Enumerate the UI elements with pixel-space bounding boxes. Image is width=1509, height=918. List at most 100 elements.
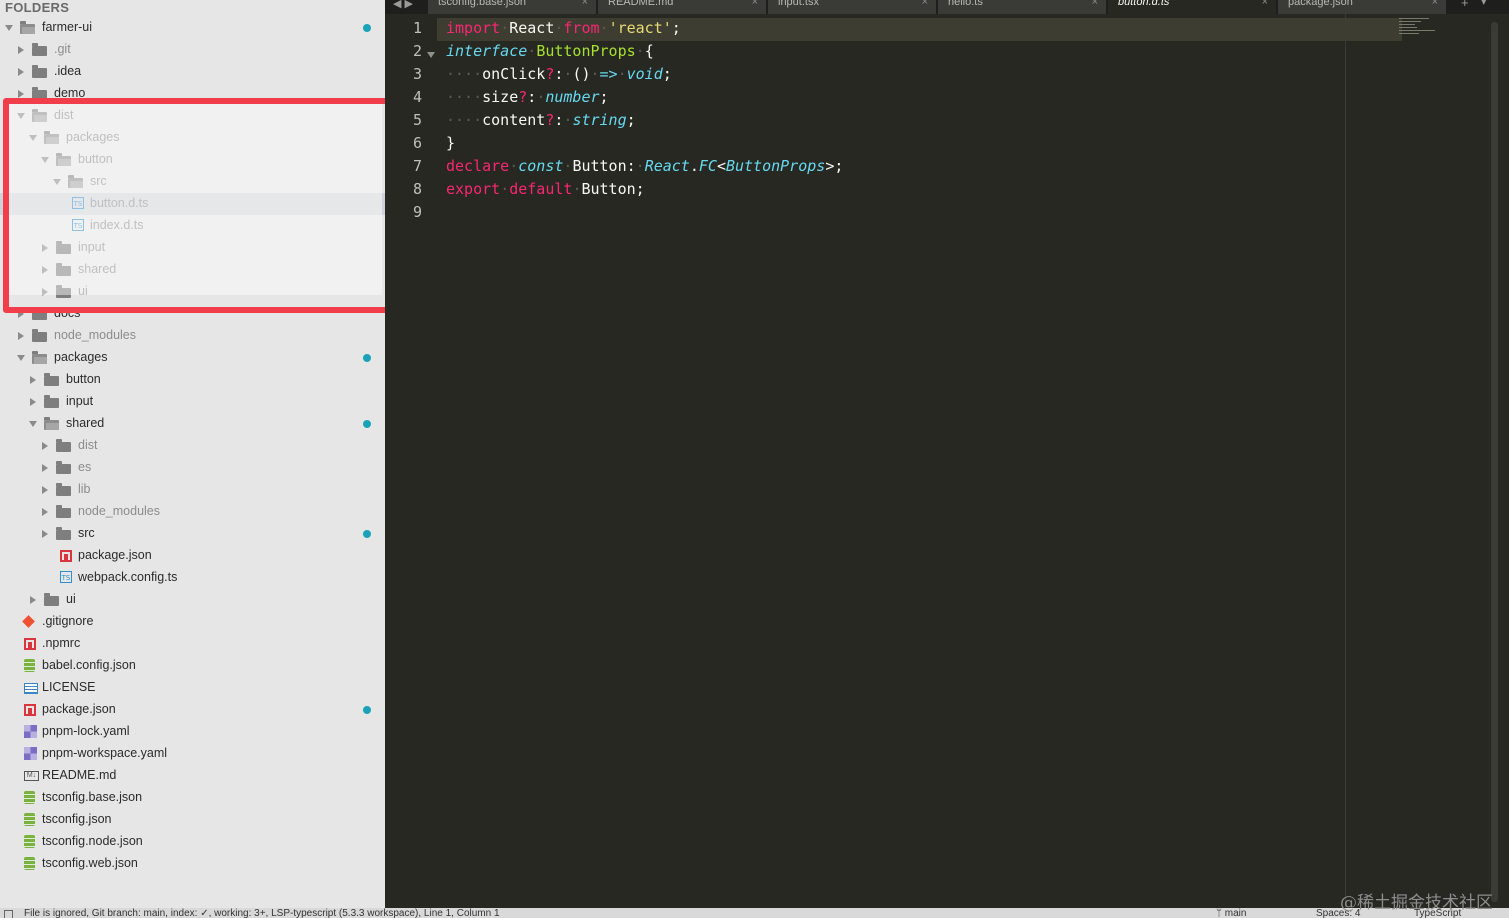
tree-item-pnpm-lock-yaml[interactable]: pnpm-lock.yaml [0,721,385,743]
code-line[interactable]: interface·ButtonProps·{ [446,42,654,60]
tree-item-babel-config-json[interactable]: babel.config.json [0,655,385,677]
collapsed-arrow-icon[interactable] [30,376,36,384]
expanded-arrow-icon[interactable] [17,113,25,119]
code-token: Button [581,180,636,198]
collapsed-arrow-icon[interactable] [18,68,24,76]
collapsed-arrow-icon[interactable] [18,332,24,340]
tab-readme-md[interactable]: README.md × [598,0,766,14]
tree-item-pnpm-workspace-yaml[interactable]: pnpm-workspace.yaml [0,743,385,765]
tab-menu-icon[interactable]: ▾ [1481,0,1487,8]
code-token: ButtonProps [725,157,826,175]
tree-item-src[interactable]: src [0,171,385,193]
close-tab-icon[interactable]: × [1432,0,1438,8]
collapsed-arrow-icon[interactable] [30,398,36,406]
tree-item-demo[interactable]: demo [0,83,385,105]
vertical-scrollbar[interactable] [1491,22,1498,902]
collapsed-arrow-icon[interactable] [42,442,48,450]
expanded-arrow-icon[interactable] [5,25,13,31]
code-line[interactable]: declare·const·Button:·React.FC<ButtonPro… [446,157,843,175]
tree-item-input[interactable]: input [0,391,385,413]
tree-item-label: index.d.ts [90,218,144,232]
tree-item-ui[interactable]: ui [0,281,385,303]
close-tab-icon[interactable]: × [752,0,758,8]
code-line[interactable]: ····onClick?:·()·=>·void; [446,65,672,83]
tree-item-ui[interactable]: ui [0,589,385,611]
new-tab-icon[interactable]: + [1461,0,1469,10]
expanded-arrow-icon[interactable] [53,179,61,185]
collapsed-arrow-icon[interactable] [42,288,48,296]
wrap-ruler [1345,14,1346,908]
tree-item-farmer-ui[interactable]: farmer-ui [0,17,385,39]
tree-item-readme-md[interactable]: M↓ README.md [0,765,385,787]
expanded-arrow-icon[interactable] [41,157,49,163]
tree-item-label: tsconfig.json [42,812,112,826]
expanded-arrow-icon[interactable] [17,355,25,361]
tree-item-license[interactable]: LICENSE [0,677,385,699]
tab-label: hello.ts [948,0,983,8]
tree-item-npmrc[interactable]: .npmrc [0,633,385,655]
collapsed-arrow-icon[interactable] [18,310,24,318]
tree-item-es[interactable]: es [0,457,385,479]
code-line[interactable]: ····size?:·number; [446,88,609,106]
tree-item-dist[interactable]: dist [0,435,385,457]
tree-item-idea[interactable]: .idea [0,61,385,83]
tree-item-docs[interactable]: docs [0,303,385,325]
code-line[interactable]: export·default·Button; [446,180,645,198]
collapsed-arrow-icon[interactable] [42,266,48,274]
tab-hello-ts[interactable]: hello.ts × [938,0,1106,14]
tree-item-tsconfig-json[interactable]: tsconfig.json [0,809,385,831]
tree-item-node-modules[interactable]: node_modules [0,501,385,523]
panel-toggle-icon[interactable] [4,910,13,918]
tree-item-package-json[interactable]: package.json [0,699,385,721]
tree-item-gitignore[interactable]: .gitignore [0,611,385,633]
collapsed-arrow-icon[interactable] [18,90,24,98]
code-editor[interactable]: 123456789 import·React·from·'react'; inte… [385,14,1509,908]
open-folder-icon [20,21,35,34]
expanded-arrow-icon[interactable] [29,135,37,141]
tree-item-button[interactable]: button [0,369,385,391]
tree-item-package-json[interactable]: package.json [0,545,385,567]
whitespace-marker: · [635,157,645,175]
tree-item-tsconfig-base-json[interactable]: tsconfig.base.json [0,787,385,809]
tab-tsconfig-base-json[interactable]: tsconfig.base.json × [428,0,596,14]
tree-item-tsconfig-node-json[interactable]: tsconfig.node.json [0,831,385,853]
tree-item-shared[interactable]: shared [0,413,385,435]
code-line[interactable]: } [446,134,455,152]
tree-item-node-modules[interactable]: node_modules [0,325,385,347]
tree-item-lib[interactable]: lib [0,479,385,501]
tree-item-webpack-config-ts[interactable]: TS webpack.config.ts [0,567,385,589]
tree-item-dist[interactable]: dist [0,105,385,127]
minimap[interactable] [1399,18,1439,40]
close-tab-icon[interactable]: × [582,0,588,8]
json-file-icon [24,791,35,804]
git-branch-status[interactable]: ᛘ main [1216,908,1246,918]
tree-item-shared[interactable]: shared [0,259,385,281]
collapsed-arrow-icon[interactable] [18,46,24,54]
close-tab-icon[interactable]: × [922,0,928,8]
collapsed-arrow-icon[interactable] [42,530,48,538]
fold-arrow-icon[interactable] [427,52,435,58]
tree-item-packages[interactable]: packages [0,127,385,149]
tree-item-packages[interactable]: packages [0,347,385,369]
close-tab-icon[interactable]: × [1092,0,1098,8]
collapsed-arrow-icon[interactable] [42,508,48,516]
collapsed-arrow-icon[interactable] [30,596,36,604]
tab-input-tsx[interactable]: input.tsx × [768,0,936,14]
tree-item-src[interactable]: src [0,523,385,545]
tab-button-d-ts[interactable]: button.d.ts × [1108,0,1276,14]
code-line[interactable]: import·React·from·'react'; [446,19,681,37]
tab-package-json[interactable]: package.json × [1278,0,1446,14]
collapsed-arrow-icon[interactable] [42,486,48,494]
tree-item-button-d-ts[interactable]: TS button.d.ts [0,193,385,215]
tab-nav-arrows-icon[interactable]: ◀ ▶ [393,0,413,10]
collapsed-arrow-icon[interactable] [42,464,48,472]
code-line[interactable]: ····content?:·string; [446,111,636,129]
close-tab-icon[interactable]: × [1262,0,1268,8]
tree-item-index-d-ts[interactable]: TS index.d.ts [0,215,385,237]
tree-item-tsconfig-web-json[interactable]: tsconfig.web.json [0,853,385,875]
tree-item-input[interactable]: input [0,237,385,259]
tree-item-button[interactable]: button [0,149,385,171]
collapsed-arrow-icon[interactable] [42,244,48,252]
expanded-arrow-icon[interactable] [29,421,37,427]
tree-item-git[interactable]: .git [0,39,385,61]
